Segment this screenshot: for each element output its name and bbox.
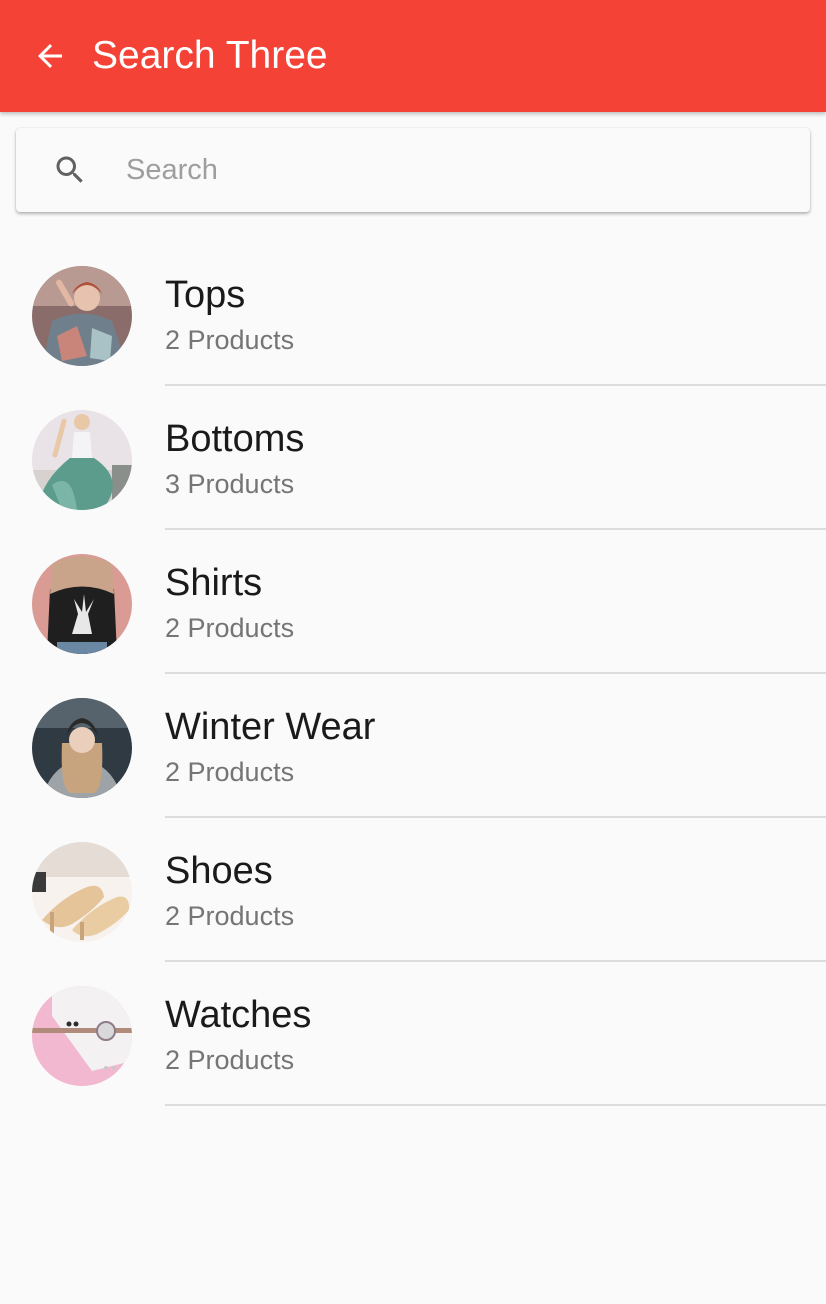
- product-count: 2 Products: [165, 901, 295, 931]
- avatar-watches: [32, 986, 132, 1086]
- list-item-shoes[interactable]: Shoes 2 Products: [0, 818, 826, 962]
- list-item-bottoms[interactable]: Bottoms 3 Products: [0, 386, 826, 530]
- category-name: Bottoms: [165, 418, 305, 460]
- avatar-tops: [32, 266, 132, 366]
- page-title: Search Three: [92, 34, 328, 77]
- avatar-bottoms: [32, 410, 132, 510]
- category-list: Tops 2 Products Bottoms 3 Products Shirt…: [0, 242, 826, 1106]
- category-name: Shoes: [165, 850, 273, 892]
- category-name: Winter Wear: [165, 706, 376, 748]
- product-count: 2 Products: [165, 1045, 295, 1075]
- category-name: Watches: [165, 994, 312, 1036]
- category-name: Tops: [165, 274, 246, 316]
- avatar-winter-wear: [32, 698, 132, 798]
- product-count: 3 Products: [165, 469, 295, 499]
- list-item-winter-wear[interactable]: Winter Wear 2 Products: [0, 674, 826, 818]
- divider: [165, 1104, 826, 1106]
- back-button[interactable]: [22, 28, 78, 84]
- avatar-shirts: [32, 554, 132, 654]
- search-input[interactable]: [126, 146, 786, 194]
- search-bar: [16, 128, 810, 212]
- list-item-shirts[interactable]: Shirts 2 Products: [0, 530, 826, 674]
- arrow-left-icon: [38, 44, 62, 68]
- category-name: Shirts: [165, 562, 263, 604]
- product-count: 2 Products: [165, 613, 295, 643]
- list-item-tops[interactable]: Tops 2 Products: [0, 242, 826, 386]
- app-bar: Search Three: [0, 0, 826, 112]
- search-icon: [56, 156, 83, 183]
- product-count: 2 Products: [165, 325, 295, 355]
- list-item-watches[interactable]: Watches 2 Products: [0, 962, 826, 1106]
- product-count: 2 Products: [165, 757, 295, 787]
- avatar-shoes: [32, 842, 132, 942]
